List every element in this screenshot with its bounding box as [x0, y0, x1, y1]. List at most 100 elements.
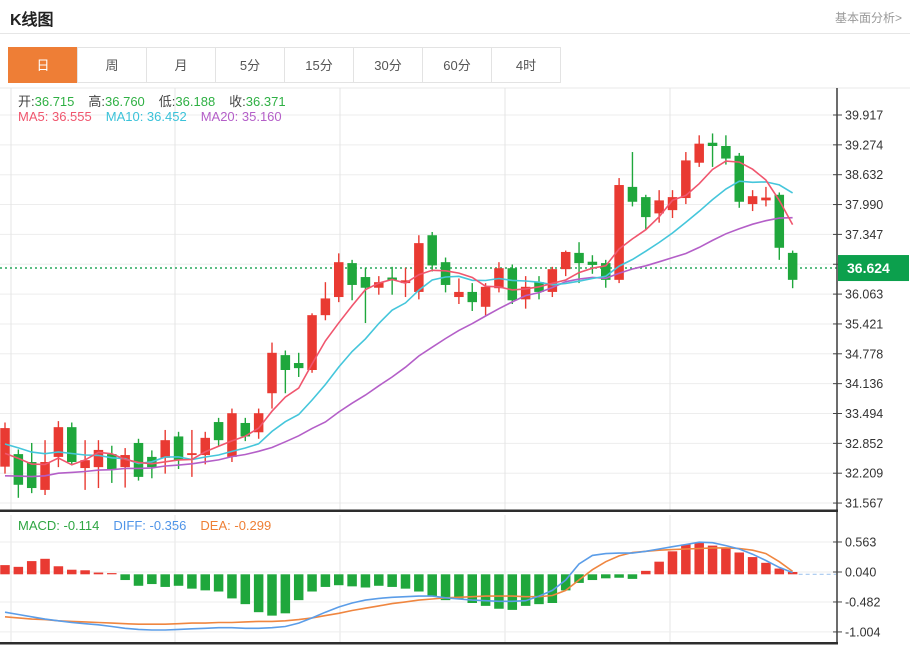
macd-bar-positive	[40, 559, 50, 574]
macd-bar-negative	[147, 574, 157, 584]
macd-bar-positive	[107, 573, 117, 574]
candle-up	[334, 262, 344, 297]
candle-up	[160, 440, 170, 458]
candle-down	[361, 277, 371, 288]
candle-down	[468, 292, 478, 302]
macd-bar-negative	[588, 574, 598, 580]
macd-bar-positive	[0, 565, 10, 574]
macd-bar-negative	[281, 574, 291, 613]
macd-bar-negative	[187, 574, 197, 588]
macd-bar-negative	[254, 574, 264, 612]
macd-tick-label: -1.004	[845, 625, 880, 639]
macd-bar-negative	[534, 574, 544, 604]
candle-down	[508, 268, 518, 300]
macd-bar-negative	[387, 574, 397, 587]
bottom-axis	[0, 642, 838, 645]
macd-bar-negative	[454, 574, 464, 598]
candle-up	[187, 453, 197, 455]
macd-bar-negative	[374, 574, 384, 585]
price-tick-label: 35.421	[845, 317, 883, 331]
candle-up	[454, 292, 464, 297]
macd-bar-negative	[427, 574, 437, 596]
y-axis-labels: 39.91739.27438.63237.99037.34736.70536.0…	[833, 109, 883, 640]
current-price-badge-text: 36.624	[847, 260, 890, 276]
tab-daily[interactable]: 日	[8, 47, 78, 83]
macd-bar-negative	[294, 574, 304, 600]
candle-up	[120, 455, 129, 467]
macd-bar-positive	[694, 543, 704, 575]
macd-bar-negative	[494, 574, 504, 608]
candle-down	[628, 187, 638, 202]
price-tick-label: 32.209	[845, 467, 883, 481]
candle-up	[481, 287, 491, 307]
tab-60min[interactable]: 60分	[422, 47, 492, 83]
price-tick-label: 31.567	[845, 497, 883, 511]
macd-bar-positive	[67, 570, 77, 575]
tab-monthly[interactable]: 月	[146, 47, 216, 83]
macd-tick-label: 0.040	[845, 566, 876, 580]
macd-bar-positive	[654, 562, 664, 575]
candle-up	[694, 144, 704, 163]
macd-bar-positive	[748, 557, 758, 574]
macd-tick-label: -0.482	[845, 595, 880, 609]
price-tick-label: 36.063	[845, 288, 883, 302]
macd-bar-negative	[214, 574, 224, 591]
candle-down	[347, 263, 357, 285]
tab-15min[interactable]: 15分	[284, 47, 354, 83]
macd-bar-positive	[80, 570, 90, 574]
ma20-line	[5, 218, 793, 477]
macd-bar-positive	[735, 552, 745, 574]
candle-down	[775, 195, 785, 248]
price-panel[interactable]	[0, 88, 910, 510]
candle-down	[134, 443, 144, 477]
price-tick-label: 37.347	[845, 228, 883, 242]
candle-up	[321, 298, 331, 315]
period-tab-bar: 日周月5分15分30分60分4时	[8, 47, 561, 83]
candle-down	[788, 253, 798, 280]
macd-bar-negative	[441, 574, 451, 600]
macd-bar-negative	[267, 574, 277, 615]
macd-bar-negative	[174, 574, 184, 585]
macd-bar-negative	[334, 574, 344, 585]
macd-bar-negative	[120, 574, 129, 580]
kline-chart[interactable]: 39.91739.27438.63237.99037.34736.70536.0…	[0, 0, 910, 646]
price-tick-label: 34.778	[845, 347, 883, 361]
macd-bar-negative	[201, 574, 211, 590]
macd-bar-negative	[160, 574, 170, 587]
macd-bar-negative	[307, 574, 317, 591]
candle-down	[27, 462, 37, 488]
price-tick-label: 37.990	[845, 198, 883, 212]
ma10-line	[5, 181, 793, 463]
tab-5min[interactable]: 5分	[215, 47, 285, 83]
price-tick-label: 38.632	[845, 168, 883, 182]
price-tick-label: 39.274	[845, 138, 883, 152]
candle-down	[588, 262, 598, 265]
candle-up	[748, 196, 758, 204]
macd-bar-positive	[14, 567, 24, 574]
macd-tick-label: 0.563	[845, 535, 876, 549]
candle-up	[761, 198, 771, 201]
macd-bar-positive	[721, 548, 731, 574]
candle-down	[441, 262, 451, 285]
macd-bar-positive	[54, 566, 64, 574]
macd-bar-negative	[614, 574, 624, 577]
candle-down	[427, 235, 437, 265]
candle-up	[0, 428, 10, 467]
candle-down	[67, 427, 77, 462]
tab-weekly[interactable]: 周	[77, 47, 147, 83]
macd-bar-negative	[414, 574, 424, 591]
candle-up	[561, 252, 571, 269]
macd-bar-negative	[628, 574, 638, 579]
macd-histogram	[0, 543, 797, 616]
macd-panel[interactable]	[0, 515, 837, 642]
candle-down	[574, 253, 584, 263]
macd-bar-positive	[761, 563, 771, 574]
macd-bar-negative	[347, 574, 357, 586]
tab-4hour[interactable]: 4时	[491, 47, 561, 83]
tab-30min[interactable]: 30分	[353, 47, 423, 83]
macd-bar-negative	[227, 574, 237, 598]
price-tick-label: 32.852	[845, 437, 883, 451]
macd-bar-positive	[708, 546, 718, 575]
macd-bar-positive	[94, 573, 104, 575]
kline-app: { "header": { "title": "K线图", "link_labe…	[0, 0, 910, 646]
